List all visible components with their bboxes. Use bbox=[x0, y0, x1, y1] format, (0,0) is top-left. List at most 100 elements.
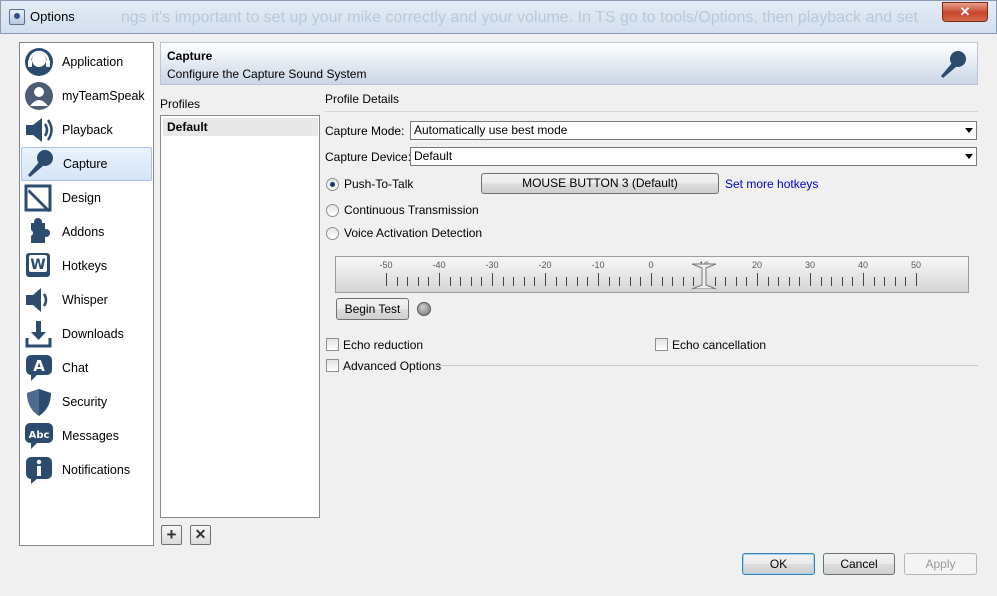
slider-tick bbox=[608, 277, 610, 286]
nav-item-notifications[interactable]: Notifications bbox=[21, 453, 152, 487]
slider-tick bbox=[672, 277, 674, 286]
slider-tick bbox=[396, 277, 398, 286]
slider-tick-label: -50 bbox=[379, 260, 393, 270]
nav-item-downloads[interactable]: Downloads bbox=[21, 317, 152, 351]
capture-device-value: Default bbox=[414, 149, 453, 163]
slider-tick bbox=[735, 277, 737, 286]
nav-label: Whisper bbox=[62, 293, 108, 307]
slider-tick bbox=[439, 273, 440, 286]
slider-tick bbox=[799, 277, 801, 286]
slider-tick bbox=[428, 277, 430, 286]
continuous-transmission-radio[interactable] bbox=[326, 204, 339, 217]
category-list: Application myTeamSpeak Playback Capture… bbox=[19, 42, 154, 546]
advanced-options-checkbox[interactable] bbox=[326, 359, 339, 372]
hotkey-button[interactable]: MOUSE BUTTON 3 (Default) bbox=[481, 173, 719, 194]
headset-icon bbox=[23, 46, 55, 78]
capture-device-select[interactable]: Default bbox=[410, 147, 977, 166]
ok-button[interactable]: OK bbox=[742, 553, 815, 575]
slider-tick-label: 50 bbox=[910, 260, 922, 270]
voice-level-slider[interactable]: -50-40-30-20-1001020304050 bbox=[335, 256, 969, 293]
nav-label: Design bbox=[62, 191, 101, 205]
advanced-options-label: Advanced Options bbox=[343, 359, 442, 373]
nav-item-whisper[interactable]: Whisper bbox=[21, 283, 152, 317]
nav-label: Addons bbox=[62, 225, 105, 239]
capture-mode-value: Automatically use best mode bbox=[414, 123, 568, 137]
slider-tick bbox=[873, 277, 875, 286]
svg-text:W: W bbox=[30, 257, 45, 273]
slider-tick bbox=[481, 277, 483, 286]
slider-tick bbox=[651, 273, 652, 286]
nav-label: Chat bbox=[62, 361, 89, 375]
nav-item-addons[interactable]: Addons bbox=[21, 215, 152, 249]
nav-item-capture[interactable]: Capture bbox=[21, 147, 152, 181]
nav-label: Playback bbox=[62, 123, 113, 137]
test-indicator-icon bbox=[417, 302, 431, 316]
slider-tick bbox=[587, 277, 589, 286]
capture-mode-label: Capture Mode: bbox=[325, 124, 405, 138]
close-button[interactable]: ✕ bbox=[942, 2, 988, 22]
slider-tick bbox=[661, 277, 663, 286]
slider-tick bbox=[629, 277, 631, 286]
download-icon bbox=[23, 318, 55, 350]
slider-tick bbox=[576, 277, 578, 286]
design-icon bbox=[23, 182, 55, 214]
cancel-button[interactable]: Cancel bbox=[823, 553, 895, 575]
nav-item-application[interactable]: Application bbox=[21, 45, 152, 79]
dialog-body: Application myTeamSpeak Playback Capture… bbox=[8, 34, 989, 588]
nav-item-messages[interactable]: Abc Messages bbox=[21, 419, 152, 453]
whisper-icon bbox=[23, 284, 55, 316]
push-to-talk-radio[interactable] bbox=[326, 178, 339, 191]
slider-tick bbox=[820, 277, 822, 286]
slider-tick-label: -40 bbox=[432, 260, 446, 270]
slider-tick-label: 20 bbox=[751, 260, 763, 270]
title-bar: ngs it's important to set up your mike c… bbox=[0, 0, 997, 34]
section-title: Capture bbox=[167, 49, 213, 63]
divider bbox=[325, 111, 978, 112]
echo-cancellation-checkbox[interactable] bbox=[655, 338, 668, 351]
svg-text:Abc: Abc bbox=[29, 430, 50, 441]
slider-tick bbox=[916, 273, 917, 286]
slider-tick bbox=[746, 277, 748, 286]
slider-tick-label: 40 bbox=[857, 260, 869, 270]
nav-label: Application bbox=[62, 55, 124, 69]
chevron-down-icon bbox=[965, 128, 973, 133]
nav-label: myTeamSpeak bbox=[62, 89, 145, 103]
begin-test-button[interactable]: Begin Test bbox=[336, 298, 409, 320]
puzzle-icon bbox=[23, 216, 55, 248]
nav-item-hotkeys[interactable]: W Hotkeys bbox=[21, 249, 152, 283]
slider-tick bbox=[386, 273, 387, 286]
apply-button[interactable]: Apply bbox=[904, 553, 977, 575]
nav-label: Notifications bbox=[62, 463, 131, 477]
nav-item-myteamspeak[interactable]: myTeamSpeak bbox=[21, 79, 152, 113]
list-item[interactable]: Default bbox=[163, 118, 318, 136]
slider-tick bbox=[894, 277, 896, 286]
microphone-icon bbox=[24, 148, 56, 180]
slider-tick bbox=[725, 277, 727, 286]
slider-tick bbox=[502, 277, 504, 286]
capture-mode-select[interactable]: Automatically use best mode bbox=[410, 121, 977, 140]
slider-tick bbox=[417, 277, 419, 286]
slider-tick bbox=[841, 277, 843, 286]
echo-reduction-checkbox[interactable] bbox=[326, 338, 339, 351]
slider-tick bbox=[598, 273, 599, 286]
nav-item-security[interactable]: Security bbox=[21, 385, 152, 419]
chevron-down-icon bbox=[965, 154, 973, 159]
nav-label: Security bbox=[62, 395, 108, 409]
slider-tick bbox=[619, 277, 621, 286]
slider-thumb[interactable] bbox=[690, 261, 718, 290]
nav-item-playback[interactable]: Playback bbox=[21, 113, 152, 147]
set-more-hotkeys-link[interactable]: Set more hotkeys bbox=[725, 177, 818, 191]
remove-profile-button[interactable]: ✕ bbox=[190, 525, 211, 545]
add-profile-button[interactable]: + bbox=[161, 525, 182, 545]
section-header: Capture Configure the Capture Sound Syst… bbox=[160, 42, 978, 85]
echo-reduction-label: Echo reduction bbox=[343, 338, 424, 352]
section-subtitle: Configure the Capture Sound System bbox=[167, 67, 367, 81]
chat-icon: A bbox=[23, 352, 55, 384]
profiles-list: Default bbox=[160, 115, 320, 518]
nav-item-chat[interactable]: A Chat bbox=[21, 351, 152, 385]
voice-activation-radio[interactable] bbox=[326, 227, 339, 240]
slider-tick bbox=[682, 277, 684, 286]
slider-tick bbox=[566, 277, 568, 286]
nav-item-design[interactable]: Design bbox=[21, 181, 152, 215]
background-window-text: ngs it's important to set up your mike c… bbox=[121, 9, 918, 26]
